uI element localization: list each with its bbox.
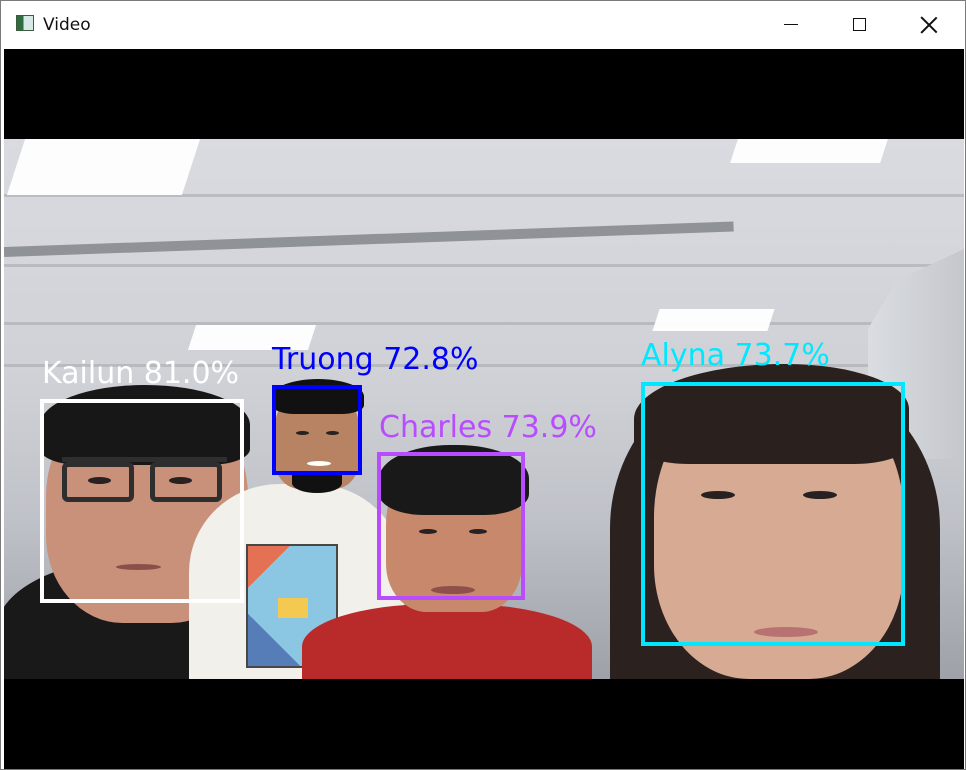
video-window: Video Kailun 81.0% Truong 72.8% Charles … (0, 0, 966, 770)
video-area: Kailun 81.0% Truong 72.8% Charles 73.9% … (4, 49, 964, 769)
window-titlebar[interactable]: Video (1, 1, 965, 48)
maximize-button[interactable] (824, 1, 894, 48)
ceiling-light (6, 139, 201, 195)
charles-body (302, 604, 592, 679)
ceiling-light (730, 139, 888, 163)
face-label-kailun: Kailun 81.0% (42, 356, 240, 391)
close-button[interactable] (894, 1, 964, 48)
minimize-button[interactable] (756, 1, 826, 48)
face-box-kailun (40, 399, 244, 603)
face-box-charles (377, 452, 525, 600)
face-mask-icon (292, 473, 342, 493)
face-label-alyna: Alyna 73.7% (641, 338, 830, 373)
app-window-icon (16, 15, 34, 31)
window-title: Video (43, 15, 91, 35)
close-icon (920, 16, 938, 34)
ceiling-light (652, 309, 775, 331)
face-label-charles: Charles 73.9% (379, 410, 597, 445)
face-label-truong: Truong 72.8% (272, 342, 479, 377)
face-box-alyna (641, 382, 905, 646)
maximize-icon (852, 18, 866, 31)
minimize-icon (784, 24, 798, 25)
webcam-frame: Kailun 81.0% Truong 72.8% Charles 73.9% … (4, 139, 964, 679)
face-box-truong (272, 385, 362, 475)
